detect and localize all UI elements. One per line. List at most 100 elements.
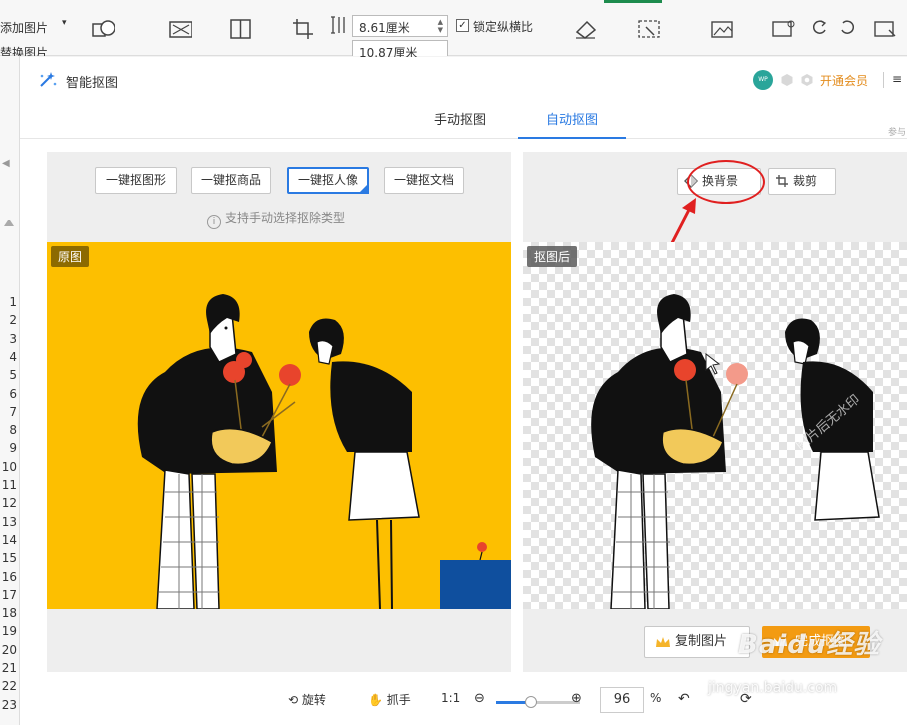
row-number[interactable]: 9: [0, 441, 18, 459]
zoom-in-icon[interactable]: ⊕: [571, 691, 582, 706]
replace-picture-button[interactable]: 替换图片: [0, 44, 48, 56]
shape-icon[interactable]: [91, 18, 115, 40]
row-number[interactable]: 8: [0, 423, 18, 441]
grab-label: 抓手: [386, 693, 411, 707]
ribbon-toolbar: 添加图片 ▾ 替换图片 8.61厘米 ▲ ▼ 10.87厘米 ✓ 锁定纵横比: [0, 0, 907, 60]
crop-button[interactable]: 裁剪: [768, 168, 836, 195]
baidu-watermark-url: jingyan.baidu.com: [708, 680, 838, 696]
row-number[interactable]: 21: [0, 661, 18, 679]
cutout-portrait-label: 一键抠人像: [297, 173, 358, 187]
info-icon: i: [207, 215, 221, 229]
row-number[interactable]: 23: [0, 698, 18, 716]
cutout-mode-tabs: 手动抠图 自动抠图: [20, 103, 907, 139]
actual-size-button[interactable]: 1:1: [441, 691, 460, 705]
split-icon[interactable]: [228, 18, 252, 40]
row-number[interactable]: 15: [0, 551, 18, 569]
crop-icon[interactable]: [291, 18, 315, 40]
original-image-canvas[interactable]: 原图: [47, 242, 511, 609]
picture-effect-icon[interactable]: [168, 18, 192, 40]
lock-ratio-checkbox[interactable]: ✓: [456, 19, 469, 32]
dialog-title: 智能抠图: [66, 76, 119, 91]
dialog-header: 智能抠图 WP 开通会员 ≡: [20, 57, 907, 103]
row-number[interactable]: 18: [0, 606, 18, 624]
result-image-tag: 抠图后: [527, 246, 578, 267]
hint-text: 支持手动选择抠除类型: [225, 211, 346, 225]
active-ribbon-indicator: [604, 0, 662, 3]
member-hexagon-icon: [781, 74, 793, 86]
copy-image-button[interactable]: 复制图片: [644, 626, 750, 658]
row-number[interactable]: 7: [0, 405, 18, 423]
zoom-value-input[interactable]: 96: [600, 687, 644, 713]
row-number[interactable]: 19: [0, 624, 18, 642]
zoom-slider[interactable]: [496, 696, 580, 708]
row-number[interactable]: 12: [0, 496, 18, 514]
row-number[interactable]: 16: [0, 570, 18, 588]
corner-hint-text: 参与: [888, 128, 907, 138]
zoom-slider-handle[interactable]: [525, 696, 538, 708]
app-root: 添加图片 ▾ 替换图片 8.61厘米 ▲ ▼ 10.87厘米 ✓ 锁定纵横比 ◀…: [0, 0, 907, 725]
selected-corner-icon: [358, 183, 369, 194]
original-illustration: [137, 294, 511, 609]
original-image-tag: 原图: [51, 246, 90, 267]
crown-icon: [656, 637, 670, 647]
row-number[interactable]: 4: [0, 350, 18, 368]
tab-manual-cutout[interactable]: 手动抠图: [410, 109, 510, 139]
row-number[interactable]: 20: [0, 643, 18, 661]
height-icon: [327, 14, 351, 36]
picture-width-input[interactable]: 8.61厘米 ▲ ▼: [352, 15, 448, 37]
more-menu-icon[interactable]: ≡: [892, 72, 902, 86]
copy-image-label: 复制图片: [675, 634, 728, 649]
undo-icon[interactable]: ↶: [678, 691, 690, 707]
cutout-document-button[interactable]: 一键抠文档: [384, 167, 464, 194]
result-illustration: [591, 294, 880, 609]
row-number[interactable]: 3: [0, 332, 18, 350]
row-number[interactable]: 11: [0, 478, 18, 496]
picture-height-input[interactable]: 10.87厘米: [352, 40, 448, 60]
row-number[interactable]: 10: [0, 460, 18, 478]
header-divider: [883, 72, 884, 88]
hand-icon: ✋: [368, 693, 383, 707]
result-image-pane: 换背景 裁剪 抠图后 图片后无水印 复制图片 完成抠图: [523, 152, 907, 672]
row-number[interactable]: 14: [0, 533, 18, 551]
zoom-out-icon[interactable]: ⊖: [474, 691, 485, 706]
cutout-product-button[interactable]: 一键抠商品: [191, 167, 271, 194]
row-number[interactable]: 1: [0, 295, 18, 313]
add-picture-button[interactable]: 添加图片: [0, 19, 48, 36]
picture-settings-icon[interactable]: [771, 18, 795, 40]
picture-more-icon[interactable]: [873, 18, 897, 40]
width-spinner-icon[interactable]: ▲ ▼: [438, 18, 443, 34]
result-image-canvas[interactable]: 抠图后 图片后无水印: [523, 242, 907, 609]
baidu-watermark: Baidu经验: [738, 630, 881, 660]
super-member-hexagon-icon: [801, 74, 813, 86]
rotate-button[interactable]: ⟲ 旋转: [288, 691, 326, 708]
picture-edit-icon[interactable]: [710, 18, 734, 40]
scroll-arrow-icon[interactable]: ◀: [2, 158, 10, 169]
crop-label: 裁剪: [793, 174, 818, 188]
eraser-icon[interactable]: [573, 18, 597, 40]
row-number[interactable]: 22: [0, 679, 18, 697]
cutout-portrait-button[interactable]: 一键抠人像: [287, 167, 369, 194]
smart-cutout-logo-icon: [40, 72, 57, 87]
open-membership-link[interactable]: 开通会员: [820, 72, 868, 89]
row-number[interactable]: 13: [0, 515, 18, 533]
rotate-label: 旋转: [301, 693, 326, 707]
zoom-percent-label: %: [650, 691, 662, 705]
cutout-shape-button[interactable]: 一键抠图形: [95, 167, 177, 194]
original-image-pane: 一键抠图形 一键抠商品 一键抠人像 一键抠文档 i 支持手动选择抠除类型 原图: [47, 152, 511, 672]
row-number[interactable]: 17: [0, 588, 18, 606]
add-picture-dropdown-icon[interactable]: ▾: [62, 18, 67, 28]
crop-tool-icon: [776, 175, 788, 187]
rotate-left-icon[interactable]: [808, 16, 832, 38]
row-number[interactable]: 5: [0, 368, 18, 386]
row-number[interactable]: 2: [0, 313, 18, 331]
rotate-icon: ⟲: [288, 693, 299, 707]
row-number[interactable]: 6: [0, 387, 18, 405]
lock-ratio-label: 锁定纵横比: [473, 20, 534, 34]
collapse-icon[interactable]: [4, 216, 14, 226]
grab-button[interactable]: ✋ 抓手: [368, 691, 411, 708]
vip-avatar[interactable]: WP: [753, 70, 773, 90]
cutout-type-hint: i 支持手动选择抠除类型: [207, 209, 345, 229]
tab-auto-cutout[interactable]: 自动抠图: [518, 109, 626, 139]
smart-cutout-icon[interactable]: [637, 18, 661, 40]
rotate-right-icon[interactable]: [835, 16, 859, 38]
